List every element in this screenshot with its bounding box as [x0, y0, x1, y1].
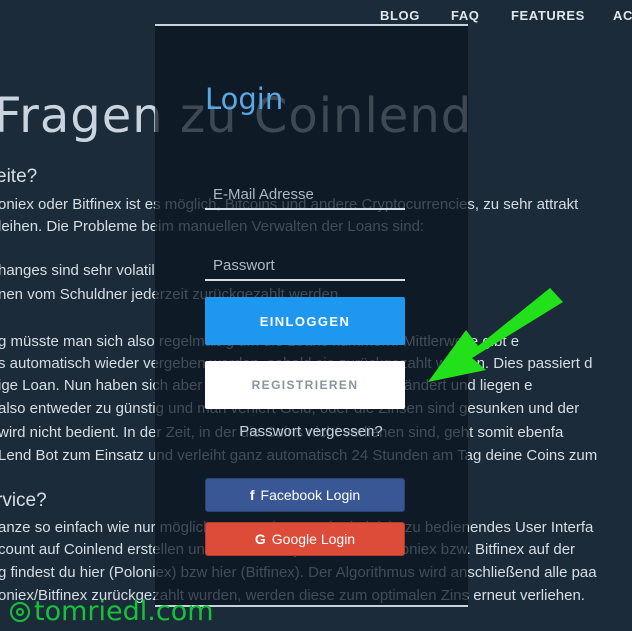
register-button[interactable]: REGISTRIEREN: [205, 361, 405, 409]
forgot-password-link[interactable]: Passwort vergessen?: [205, 423, 417, 440]
body-line: hanges sind sehr volatil: [0, 262, 155, 279]
arrow-annotation-icon: [428, 288, 563, 382]
login-button[interactable]: EINLOGGEN: [205, 297, 405, 345]
watermark-text: tomriedl.com: [34, 596, 214, 627]
login-title: Login: [205, 82, 284, 116]
register-button-label: REGISTRIEREN: [251, 378, 359, 392]
nav-features[interactable]: FEATURES: [511, 8, 585, 23]
section-title-1: eite?: [0, 166, 38, 187]
google-login-label: Google Login: [271, 531, 356, 547]
facebook-login-label: Facebook Login: [260, 487, 361, 503]
section-title-2: rvice?: [0, 490, 47, 511]
nav-faq[interactable]: FAQ: [451, 8, 480, 23]
email-field[interactable]: [205, 180, 405, 210]
watermark: tomriedl.com: [10, 596, 214, 627]
password-field[interactable]: [205, 251, 405, 281]
google-login-button[interactable]: G Google Login: [205, 522, 405, 556]
nav-blog[interactable]: BLOG: [380, 8, 420, 23]
facebook-login-button[interactable]: f Facebook Login: [205, 478, 405, 512]
facebook-icon: f: [249, 487, 255, 503]
login-button-label: EINLOGGEN: [259, 313, 351, 329]
watermark-logo-icon: [10, 601, 30, 622]
nav-account[interactable]: AC: [613, 8, 632, 23]
google-icon: G: [254, 531, 266, 547]
